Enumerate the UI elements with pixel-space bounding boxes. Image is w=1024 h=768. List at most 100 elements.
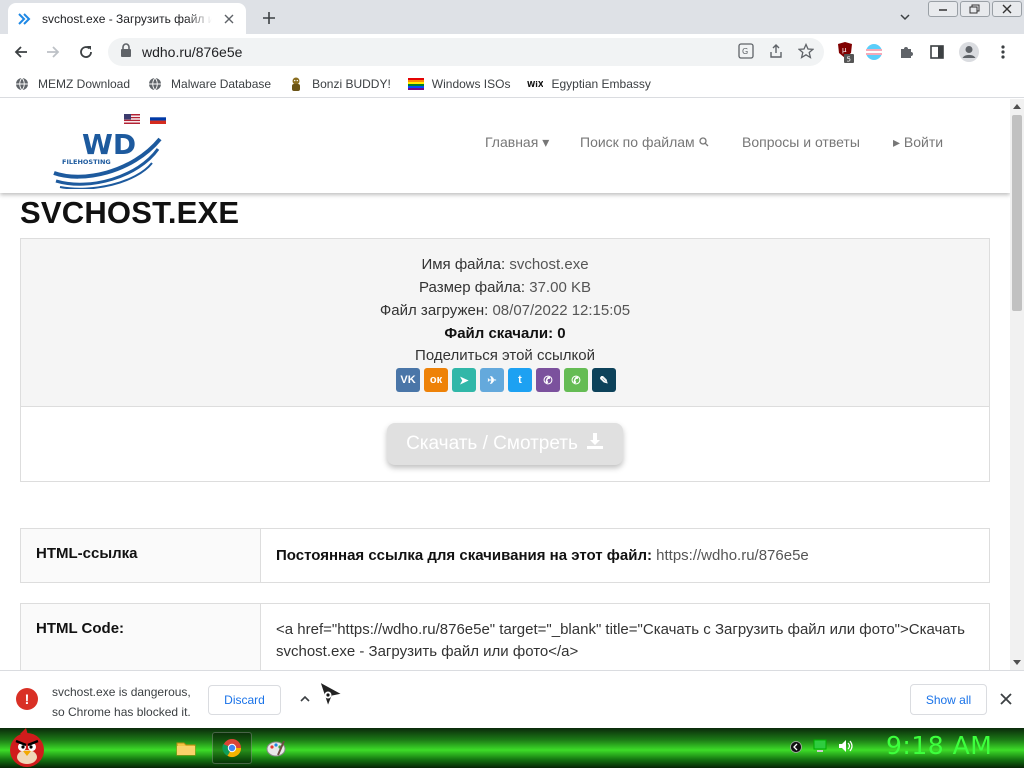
vk-share-icon[interactable]: VK	[396, 368, 420, 392]
mouse-cursor-icon	[316, 680, 346, 710]
extension-badge: 5	[847, 56, 851, 64]
telegram-share-icon[interactable]: ✈	[480, 368, 504, 392]
svg-text:G: G	[742, 47, 748, 56]
english-flag-icon[interactable]	[124, 111, 140, 124]
scroll-up-arrow-icon[interactable]	[1010, 99, 1024, 113]
profile-avatar-icon[interactable]	[958, 41, 980, 63]
window-controls	[928, 1, 1022, 17]
new-tab-icon[interactable]	[258, 7, 280, 29]
tab-title: svchost.exe - Загрузить файл или фото	[42, 11, 212, 26]
show-all-button[interactable]: Show all	[910, 684, 987, 715]
download-view-button[interactable]: Скачать / Смотреть	[387, 423, 623, 465]
nav-home-label: Главная	[485, 134, 539, 150]
twitter-share-icon[interactable]: t	[508, 368, 532, 392]
share-buttons: VK ок ➤ ✈ t ✆ ✆ ✎	[396, 368, 616, 392]
chrome-menu-icon[interactable]	[992, 41, 1014, 63]
yandex-messenger-share-icon[interactable]: ➤	[452, 368, 476, 392]
bookmark-star-icon[interactable]	[797, 42, 815, 64]
html-code-label: HTML Code:	[21, 604, 261, 670]
bookmark-egyptian-embassy[interactable]: WiX Egyptian Embassy	[527, 76, 650, 92]
browser-tab[interactable]: svchost.exe - Загрузить файл или фото	[8, 3, 246, 34]
html-code-value[interactable]: <a href="https://wdho.ru/876e5e" target=…	[276, 619, 976, 663]
download-icon	[586, 432, 604, 456]
tab-strip: svchost.exe - Загрузить файл или фото	[0, 0, 1024, 34]
extensions-puzzle-icon[interactable]	[895, 41, 917, 63]
file-size-line: Размер файла: 37.00 KB	[21, 279, 989, 296]
wd-filehosting-logo[interactable]: WD FILEHOSTING	[52, 127, 164, 190]
close-icon[interactable]	[997, 690, 1015, 708]
back-arrow-icon[interactable]	[8, 39, 34, 65]
viber-share-icon[interactable]: ✆	[536, 368, 560, 392]
file-size-value: 37.00 KB	[529, 279, 591, 296]
nav-file-search[interactable]: Поиск по файлам	[580, 134, 709, 150]
share-icon[interactable]	[768, 43, 784, 64]
nav-faq-label: Вопросы и ответы	[742, 134, 860, 150]
permalink-url[interactable]: https://wdho.ru/876e5e	[656, 547, 809, 564]
download-count-value: 0	[557, 325, 566, 342]
html-link-label: HTML-ссылка	[21, 529, 261, 582]
bookmark-bonzi-buddy[interactable]: Bonzi BUDDY!	[288, 76, 391, 92]
upload-date-line: Файл загружен: 08/07/2022 12:15:05	[21, 302, 989, 319]
russian-flag-icon[interactable]	[150, 111, 166, 124]
html-link-row: HTML-ссылка Постоянная ссылка для скачив…	[20, 528, 990, 583]
bookmark-label: Bonzi BUDDY!	[312, 76, 391, 91]
restore-icon[interactable]	[960, 1, 990, 17]
svg-text:WiX: WiX	[527, 80, 543, 89]
paint-taskbar-icon[interactable]	[256, 732, 296, 764]
bonzi-icon	[288, 76, 304, 92]
forward-arrow-icon[interactable]	[40, 39, 66, 65]
show-hidden-icons-icon[interactable]	[790, 740, 802, 758]
tab-close-icon[interactable]	[220, 10, 238, 28]
pride-extension-icon[interactable]	[863, 41, 885, 63]
close-window-icon[interactable]	[992, 1, 1022, 17]
blocked-message-line1: svchost.exe is dangerous,	[52, 685, 191, 699]
globe-icon	[147, 76, 163, 92]
bookmark-label: Malware Database	[171, 76, 272, 91]
angry-bird-start-icon[interactable]	[6, 724, 48, 768]
file-name-value: svchost.exe	[509, 256, 589, 273]
scroll-down-arrow-icon[interactable]	[1010, 656, 1024, 670]
bookmark-memz[interactable]: MEMZ Download	[14, 76, 130, 92]
bookmark-label: Windows ISOs	[431, 76, 511, 91]
nav-home[interactable]: Главная ▾	[485, 134, 549, 151]
danger-warning-icon: !	[16, 688, 38, 710]
minimize-icon[interactable]	[928, 1, 958, 17]
side-panel-icon[interactable]	[926, 41, 948, 63]
file-explorer-taskbar-icon[interactable]	[166, 732, 206, 764]
file-size-label: Размер файла:	[419, 279, 526, 296]
translate-icon[interactable]: G	[738, 43, 754, 64]
logo-text: WD	[82, 128, 136, 161]
upload-date-label: Файл загружен:	[379, 302, 489, 319]
bookmark-windows-isos[interactable]: Windows ISOs	[407, 76, 511, 92]
tab-search-chevron-icon[interactable]	[896, 8, 914, 26]
site-favicon-icon	[16, 11, 32, 27]
globe-icon	[14, 76, 30, 92]
bookmark-label: MEMZ Download	[38, 76, 131, 91]
livejournal-share-icon[interactable]: ✎	[592, 368, 616, 392]
ublock-extension-icon[interactable]: µ5	[834, 41, 856, 63]
web-page: WD FILEHOSTING Главная ▾ Поиск по файлам…	[0, 99, 1010, 670]
bookmark-malware-database[interactable]: Malware Database	[147, 76, 271, 92]
address-bar[interactable]: wdho.ru/876e5e G	[108, 38, 824, 66]
nav-login[interactable]: ▸ Войти	[893, 134, 943, 151]
odnoklassniki-share-icon[interactable]: ок	[424, 368, 448, 392]
chevron-up-icon[interactable]	[296, 690, 314, 708]
wix-icon: WiX	[527, 76, 543, 92]
blocked-download-message: svchost.exe is dangerous, so Chrome has …	[52, 682, 191, 722]
reload-icon[interactable]	[73, 39, 99, 65]
file-title: SVCHOST.EXE	[20, 195, 240, 230]
download-button-label: Скачать / Смотреть	[406, 433, 578, 454]
nav-faq[interactable]: Вопросы и ответы	[742, 134, 860, 150]
taskbar-clock[interactable]: 9:18 AM	[886, 731, 992, 760]
network-icon[interactable]	[812, 739, 828, 758]
scroll-thumb[interactable]	[1012, 115, 1022, 311]
bookmarks-bar: MEMZ Download Malware Database Bonzi BUD…	[0, 70, 1024, 98]
share-label: Поделиться этой ссылкой	[415, 347, 595, 364]
whatsapp-share-icon[interactable]: ✆	[564, 368, 588, 392]
chrome-taskbar-icon[interactable]	[212, 732, 252, 764]
page-scrollbar[interactable]	[1010, 99, 1024, 670]
download-box: Скачать / Смотреть	[20, 407, 990, 482]
volume-icon[interactable]	[838, 739, 854, 758]
discard-button[interactable]: Discard	[208, 685, 281, 715]
lock-icon[interactable]	[120, 42, 132, 62]
